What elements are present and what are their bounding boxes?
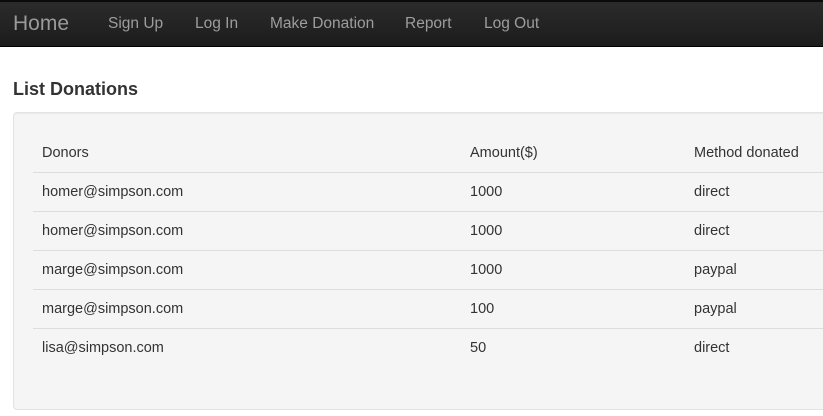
- page-title: List Donations: [13, 79, 138, 99]
- nav-home-link[interactable]: Home: [0, 12, 95, 36]
- header-amount: Amount($): [470, 145, 538, 161]
- table-row: marge@simpson.com 100 paypal: [33, 289, 823, 329]
- nav-sign-up-link[interactable]: Sign Up: [108, 15, 163, 33]
- nav-make-donation-link[interactable]: Make Donation: [270, 15, 374, 33]
- cell-method: direct: [685, 211, 823, 251]
- cell-donor: homer@simpson.com: [33, 211, 461, 251]
- cell-method: direct: [685, 172, 823, 212]
- cell-method: direct: [685, 328, 823, 367]
- table-row: marge@simpson.com 1000 paypal: [33, 250, 823, 290]
- cell-amount: 100: [461, 289, 685, 329]
- header-donors: Donors: [42, 145, 89, 161]
- top-navbar: Home Sign Up Log In Make Donation Report…: [0, 0, 823, 47]
- cell-amount: 1000: [461, 211, 685, 251]
- donations-table: Donors Amount($) Method donated homer@si…: [33, 134, 823, 367]
- cell-method: paypal: [685, 289, 823, 329]
- cell-donor: marge@simpson.com: [33, 289, 461, 329]
- cell-method: paypal: [685, 250, 823, 290]
- nav-log-in-link[interactable]: Log In: [195, 15, 238, 33]
- table-row: lisa@simpson.com 50 direct: [33, 328, 823, 367]
- cell-donor: homer@simpson.com: [33, 172, 461, 212]
- table-header-row: Donors Amount($) Method donated: [33, 134, 823, 173]
- nav-report-link[interactable]: Report: [405, 15, 452, 33]
- table-row: homer@simpson.com 1000 direct: [33, 172, 823, 212]
- cell-amount: 50: [461, 328, 685, 367]
- cell-donor: lisa@simpson.com: [33, 328, 461, 367]
- cell-amount: 1000: [461, 250, 685, 290]
- donations-panel: Donors Amount($) Method donated homer@si…: [13, 112, 823, 410]
- cell-amount: 1000: [461, 172, 685, 212]
- nav-log-out-link[interactable]: Log Out: [484, 15, 539, 33]
- cell-donor: marge@simpson.com: [33, 250, 461, 290]
- table-row: homer@simpson.com 1000 direct: [33, 211, 823, 251]
- header-method: Method donated: [694, 145, 799, 161]
